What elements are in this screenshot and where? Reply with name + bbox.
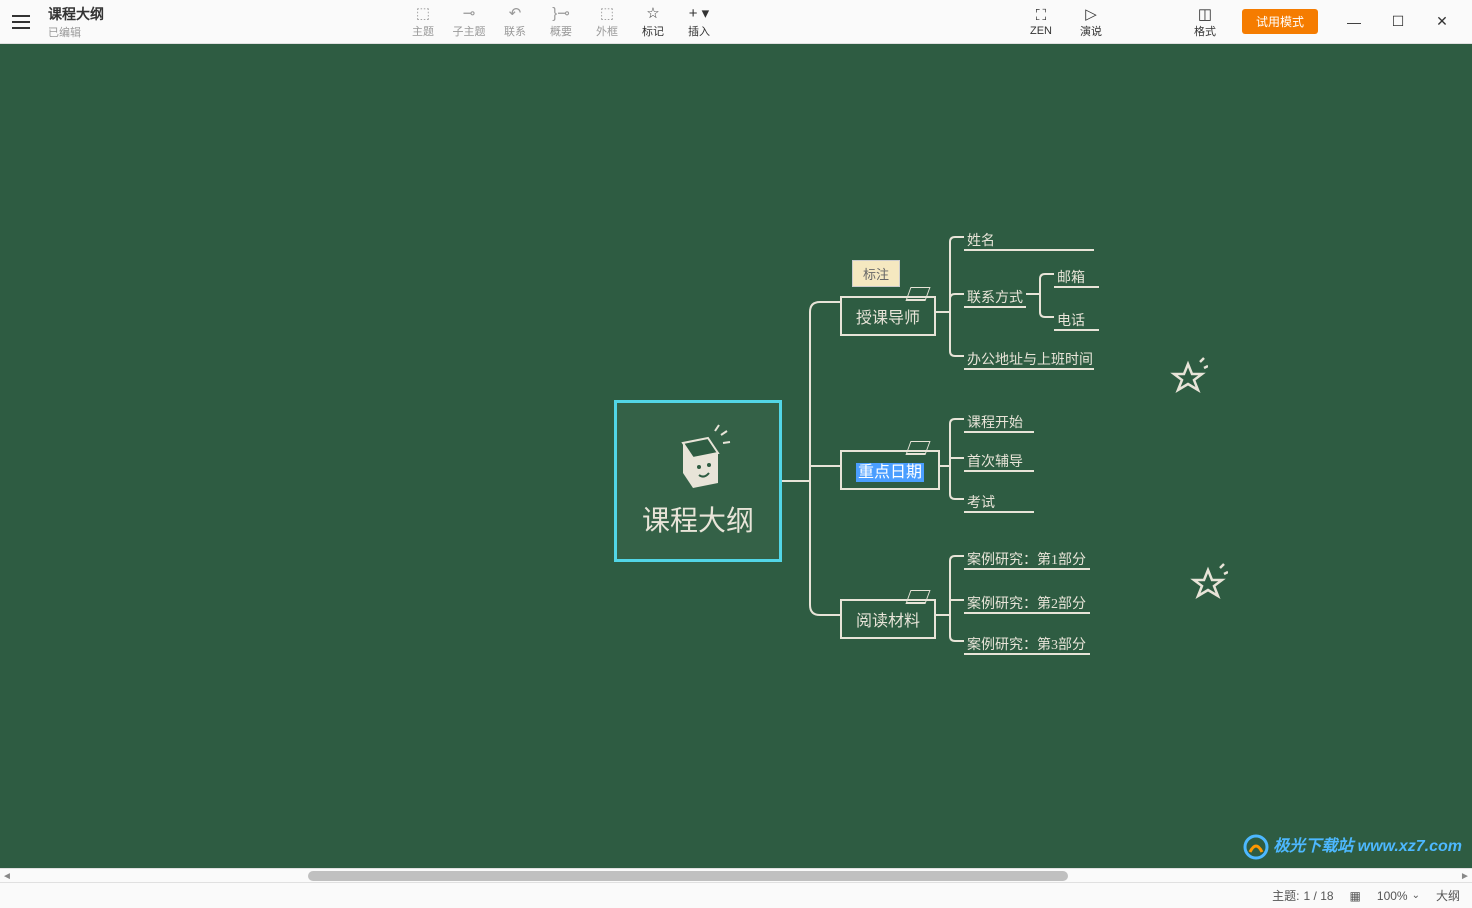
topic-button[interactable]: ⬚ 主题 (400, 2, 446, 42)
summary-button[interactable]: }⊸ 概要 (538, 2, 584, 42)
subtopic-button[interactable]: ⊸ 子主题 (446, 2, 492, 42)
play-icon: ▷ (1085, 5, 1097, 23)
scroll-right-arrow[interactable]: ► (1458, 869, 1472, 882)
mindmap-canvas[interactable]: 课程大纲 标注 授课导师 姓名 联系方式 邮箱 电话 办公地址与上班时间 重点日… (0, 44, 1472, 882)
document-title: 课程大纲 (48, 4, 104, 24)
zoom-control[interactable]: 100% ⌄ (1377, 889, 1420, 903)
book-icon (663, 423, 733, 493)
outline-view-button[interactable]: 大纲 (1436, 887, 1460, 904)
boundary-button[interactable]: ⬚ 外框 (584, 2, 630, 42)
toolbar: 课程大纲 已编辑 ⬚ 主题 ⊸ 子主题 ↶ 联系 }⊸ 概要 ⬚ 外框 ☆ 标记… (0, 0, 1472, 44)
leaf-phone[interactable]: 电话 (1057, 310, 1085, 330)
panel-icon: ◫ (1198, 5, 1212, 23)
star-decoration-icon (1168, 356, 1208, 396)
present-button[interactable]: ▷ 演说 (1068, 2, 1114, 42)
window-controls: — ☐ ✕ (1332, 0, 1464, 44)
star-icon: ☆ (646, 4, 659, 22)
chevron-down-icon: ⌄ (1412, 890, 1420, 901)
branch-node-reading[interactable]: 阅读材料 (840, 599, 936, 639)
topic-count: 主题: 1 / 18 (1272, 887, 1333, 904)
boundary-icon: ⬚ (600, 4, 614, 22)
branch-node-dates[interactable]: 重点日期 (840, 450, 940, 490)
format-button[interactable]: ◫ 格式 (1182, 2, 1228, 42)
scroll-left-arrow[interactable]: ◄ (0, 869, 14, 882)
insert-button[interactable]: + ▾ 插入 (676, 2, 722, 42)
leaf-office[interactable]: 办公地址与上班时间 (967, 349, 1093, 369)
toolbar-right: ⛶ ZEN ▷ 演说 ◫ 格式 试用模式 — ☐ ✕ (1018, 0, 1464, 44)
relation-button[interactable]: ↶ 联系 (492, 2, 538, 42)
star-decoration-icon (1188, 562, 1228, 602)
menu-button[interactable] (8, 8, 36, 36)
document-title-area: 课程大纲 已编辑 (48, 4, 104, 40)
map-view-button[interactable]: ▦ (1350, 889, 1361, 903)
topic-icon: ⬚ (416, 4, 430, 22)
leaf-exam[interactable]: 考试 (967, 492, 995, 512)
leaf-case3[interactable]: 案例研究：第3部分 (967, 634, 1086, 654)
leaf-case2[interactable]: 案例研究：第2部分 (967, 593, 1086, 613)
close-button[interactable]: ✕ (1420, 0, 1464, 44)
marker-button[interactable]: ☆ 标记 (630, 2, 676, 42)
relation-icon: ↶ (509, 4, 522, 22)
fullscreen-icon: ⛶ (1036, 7, 1047, 25)
minimize-button[interactable]: — (1332, 0, 1376, 44)
leaf-course-start[interactable]: 课程开始 (967, 412, 1023, 432)
leaf-first-tutorial[interactable]: 首次辅导 (967, 451, 1023, 471)
document-status: 已编辑 (48, 24, 104, 40)
subtopic-icon: ⊸ (463, 4, 476, 22)
toolbar-center: ⬚ 主题 ⊸ 子主题 ↶ 联系 }⊸ 概要 ⬚ 外框 ☆ 标记 + ▾ 插入 (400, 2, 722, 42)
branch-node-instructor[interactable]: 授课导师 (840, 296, 936, 336)
summary-icon: }⊸ (552, 4, 570, 22)
leaf-name[interactable]: 姓名 (967, 230, 995, 250)
zen-button[interactable]: ⛶ ZEN (1018, 2, 1064, 42)
leaf-contact[interactable]: 联系方式 (967, 287, 1023, 307)
note-tag[interactable]: 标注 (852, 260, 900, 287)
statusbar: 主题: 1 / 18 ▦ 100% ⌄ 大纲 (0, 882, 1472, 908)
scrollbar-thumb[interactable] (308, 871, 1068, 881)
root-label: 课程大纲 (642, 499, 754, 539)
horizontal-scrollbar[interactable]: ◄ ► (0, 868, 1472, 882)
canvas-wrap: 课程大纲 标注 授课导师 姓名 联系方式 邮箱 电话 办公地址与上班时间 重点日… (0, 44, 1472, 882)
leaf-case1[interactable]: 案例研究：第1部分 (967, 549, 1086, 569)
leaf-email[interactable]: 邮箱 (1057, 267, 1085, 287)
maximize-button[interactable]: ☐ (1376, 0, 1420, 44)
plus-icon: + ▾ (689, 4, 709, 22)
map-icon: ▦ (1350, 889, 1361, 903)
trial-mode-button[interactable]: 试用模式 (1242, 9, 1318, 34)
root-node[interactable]: 课程大纲 (614, 400, 782, 562)
